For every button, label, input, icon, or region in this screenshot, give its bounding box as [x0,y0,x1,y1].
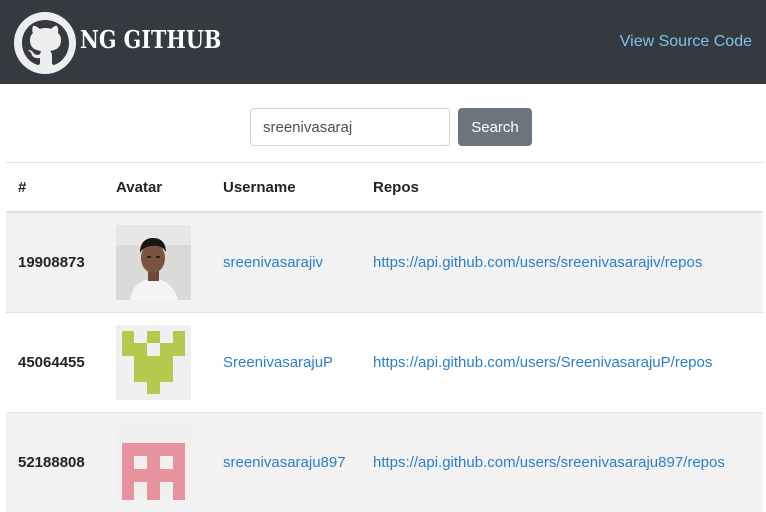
repos-cell: https://api.github.com/users/Sreenivasar… [361,313,763,413]
table-row: 52188808 sreenivasaraju897 https://api.g… [6,413,763,512]
column-header-avatar: Avatar [104,163,211,213]
username-link[interactable]: SreenivasarajuP [223,354,333,371]
github-octocat-icon[interactable] [14,12,76,74]
table-header-row: # Avatar Username Repos [6,163,763,213]
repos-cell: https://api.github.com/users/sreenivasar… [361,413,763,512]
column-header-username: Username [211,163,361,213]
username-cell: sreenivasarajiv [211,212,361,313]
repos-link[interactable]: https://api.github.com/users/sreenivasar… [373,454,725,471]
user-id: 52188808 [6,413,104,512]
navbar: NG GITHUB View Source Code [0,0,766,84]
user-id: 19908873 [6,212,104,313]
username-cell: sreenivasaraju897 [211,413,361,512]
username-link[interactable]: sreenivasaraju897 [223,454,346,471]
view-source-link[interactable]: View Source Code [620,33,752,51]
user-id: 45064455 [6,313,104,413]
repos-link[interactable]: https://api.github.com/users/Sreenivasar… [373,354,712,371]
column-header-id: # [6,163,104,213]
table-row: 19908873 sreenivasarajiv https://api.git… [6,212,763,313]
search-input[interactable] [250,108,450,146]
results-table: # Avatar Username Repos 19908873 s [6,162,763,512]
column-header-repos: Repos [361,163,763,213]
repos-link[interactable]: https://api.github.com/users/sreenivasar… [373,254,702,271]
repos-cell: https://api.github.com/users/sreenivasar… [361,212,763,313]
avatar-cell [104,212,211,313]
username-cell: SreenivasarajuP [211,313,361,413]
avatar-cell [104,313,211,413]
avatar [116,225,191,300]
search-button[interactable]: Search [458,108,532,146]
username-link[interactable]: sreenivasarajiv [223,254,323,271]
brand-title: NG GITHUB [80,25,221,54]
avatar-cell [104,413,211,512]
avatar [116,325,191,400]
table-row: 45064455 SreenivasarajuP https:/ [6,313,763,413]
